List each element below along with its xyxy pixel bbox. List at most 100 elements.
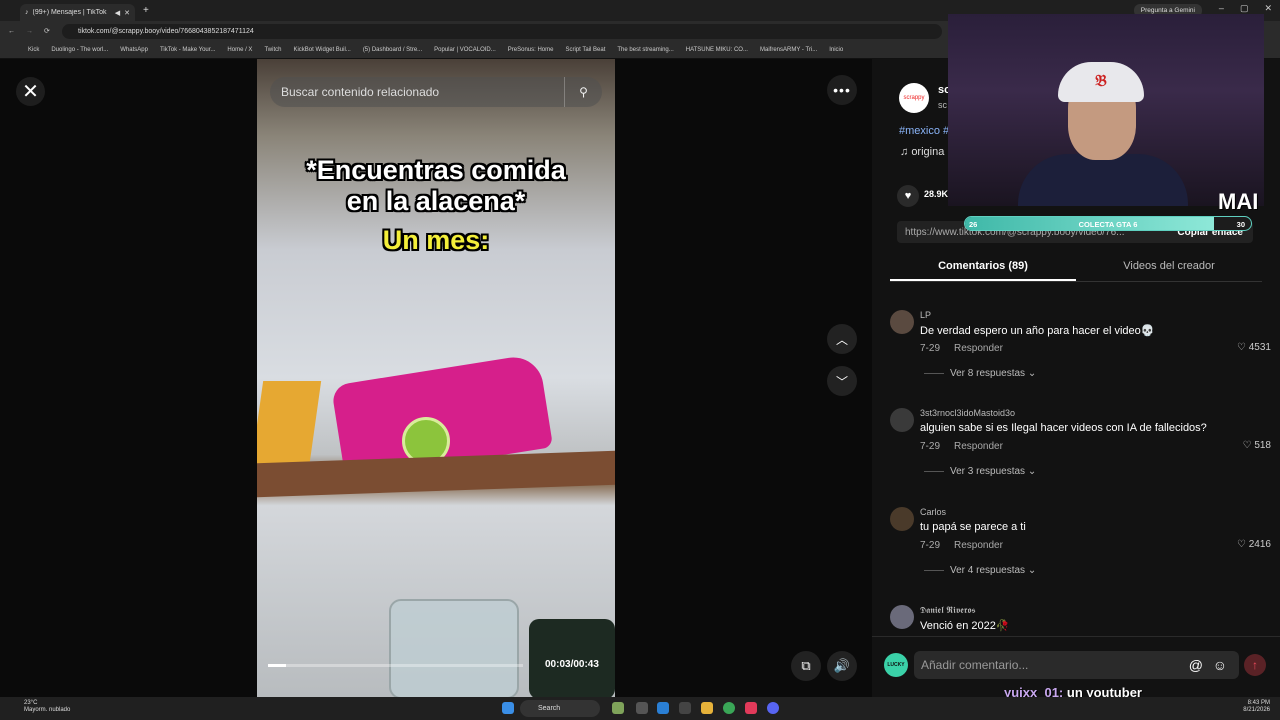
related-search-input[interactable]: Buscar contenido relacionado ⚲	[270, 77, 602, 107]
avatar[interactable]	[890, 408, 914, 432]
window-close-icon[interactable]: ✕	[1264, 3, 1272, 14]
tab-comments[interactable]: Comentarios (89)	[890, 255, 1076, 281]
settings-icon[interactable]	[679, 702, 691, 714]
video-progress-bar[interactable]	[268, 664, 523, 667]
bookmark-item[interactable]: Script Tail Beat	[565, 47, 605, 53]
bookmark-item[interactable]: Inicio	[829, 47, 843, 53]
view-replies[interactable]: Ver 8 respuestas ⌄	[924, 368, 1036, 379]
browser-tab[interactable]: ♪ (99+) Mensajes | TikTok ◀ ✕	[20, 4, 135, 21]
discord-icon[interactable]	[767, 702, 779, 714]
task-view-icon[interactable]	[636, 702, 648, 714]
bookmark-item[interactable]: MaifrensARMY - Tri...	[760, 47, 817, 53]
start-icon[interactable]	[502, 702, 514, 714]
reload-icon[interactable]: ⟳	[44, 27, 50, 35]
bookmark-item[interactable]: PreSonus: Home	[508, 47, 554, 53]
reply-button[interactable]: Responder	[954, 441, 1003, 452]
avatar: LUCKY	[884, 653, 908, 677]
creator-handle: sc	[938, 100, 947, 110]
more-options-button[interactable]: •••	[827, 75, 857, 105]
chevron-down-icon: ⌄	[1027, 565, 1037, 576]
url-field[interactable]: tiktok.com/@scrappy.booy/video/766804385…	[62, 23, 942, 39]
bookmark-item[interactable]: KickBot Widget Buil...	[293, 47, 350, 53]
bookmark-item[interactable]: Duolingo - The worl...	[51, 47, 108, 53]
previous-video-button[interactable]: ︿	[827, 324, 857, 354]
search-button[interactable]: ⚲	[564, 77, 602, 107]
maximize-icon[interactable]: ▢	[1240, 3, 1249, 14]
bookmark-item[interactable]: Twitch	[264, 47, 281, 53]
bookmark-item[interactable]: WhatsApp	[120, 47, 148, 53]
system-clock[interactable]: 8:43 PM 8/21/2026	[1243, 700, 1270, 714]
comment-user[interactable]: 3st3rnocl3idoMastoid3o	[920, 408, 1015, 418]
goal-bar: 26 COLECTA GTA 6 30	[964, 216, 1252, 231]
chevron-down-icon: ﹀	[835, 374, 848, 389]
chrome-icon[interactable]	[723, 702, 735, 714]
music-label: origina	[911, 146, 945, 158]
view-replies[interactable]: Ver 4 respuestas ⌄	[924, 565, 1036, 576]
chevron-up-icon: ︿	[835, 332, 848, 347]
avatar[interactable]	[890, 605, 914, 629]
view-replies[interactable]: Ver 3 respuestas ⌄	[924, 466, 1036, 477]
music-app-icon[interactable]	[745, 702, 757, 714]
bookmark-item[interactable]: (5) Dashboard / Stre...	[363, 47, 422, 53]
gemini-label: Pregunta a Gemini	[1140, 7, 1195, 14]
like-button[interactable]: ♥	[897, 185, 919, 207]
volume-button[interactable]: 🔊	[827, 651, 857, 681]
comment-like-count: 2416	[1248, 539, 1271, 550]
music-row[interactable]: ♫ origina	[900, 146, 944, 158]
related-search-placeholder: Buscar contenido relacionado	[281, 85, 440, 99]
taskbar-search-label: Search	[538, 705, 561, 712]
bookmark-item[interactable]: The best streaming...	[617, 47, 673, 53]
next-video-button[interactable]: ﹀	[827, 366, 857, 396]
tab-close-icon[interactable]: ✕	[124, 9, 130, 17]
bookmark-item[interactable]: Kick	[28, 47, 39, 53]
comment-date: 7-29	[920, 540, 941, 551]
taskbar-app-icon[interactable]	[612, 702, 624, 714]
reply-button[interactable]: Responder	[954, 343, 1003, 354]
mention-icon[interactable]: @	[1189, 657, 1203, 673]
comment-user[interactable]: 𝕯𝖆𝖓𝖎𝖊𝖑 𝕽𝖎𝖛𝖊𝖗𝖔𝖘	[920, 605, 976, 616]
weather-widget[interactable]: 23°C Mayorm. nublado	[24, 700, 70, 714]
creator-avatar[interactable]: scrappy	[899, 83, 929, 113]
bookmark-item[interactable]: TikTok - Make Your...	[160, 47, 215, 53]
comment-user[interactable]: LP	[920, 310, 931, 320]
comment-input[interactable]: Añadir comentario... @ ☺	[914, 651, 1239, 679]
close-video-button[interactable]: ✕	[16, 77, 45, 106]
avatar[interactable]	[890, 310, 914, 334]
back-icon[interactable]: ←	[8, 28, 15, 35]
video-hashtags[interactable]: #mexico #	[899, 125, 949, 137]
bookmark-item[interactable]: HATSUNE MIKU: CO...	[686, 47, 748, 53]
caption-line-2: en la alacena*	[346, 186, 526, 216]
comment-text: alguien sabe si es Ilegal hacer videos c…	[920, 422, 1207, 434]
bookmark-item[interactable]: Home / X	[227, 47, 252, 53]
window-controls: – ▢ ✕	[1219, 3, 1272, 14]
edge-icon[interactable]	[657, 702, 669, 714]
file-explorer-icon[interactable]	[701, 702, 713, 714]
avatar[interactable]	[890, 507, 914, 531]
tiktok-icon: ♪	[25, 9, 29, 16]
os-taskbar: 23°C Mayorm. nublado Search 8:43 PM 8/21/2…	[0, 697, 1280, 720]
chevron-down-icon: ⌄	[1027, 466, 1037, 477]
comment-date: 7-29	[920, 441, 941, 452]
view-replies-label: Ver 3 respuestas	[950, 466, 1026, 477]
new-tab-icon[interactable]: +	[143, 5, 149, 16]
tab-creator-videos[interactable]: Videos del creador	[1076, 255, 1262, 281]
arrow-up-icon: ↑	[1252, 658, 1258, 672]
forward-icon[interactable]: →	[26, 28, 33, 35]
emoji-icon[interactable]: ☺	[1213, 657, 1227, 673]
comment-like[interactable]: ♡ 4531	[1237, 342, 1271, 353]
comment-user[interactable]: Carlos	[920, 507, 946, 517]
goal-label: COLECTA GTA 6	[1078, 220, 1138, 229]
chevron-down-icon: ⌄	[1027, 368, 1037, 379]
comment-like[interactable]: ♡ 518	[1243, 440, 1271, 451]
post-comment-button[interactable]: ↑	[1244, 654, 1266, 676]
video-frame-shelf	[257, 450, 615, 498]
bookmark-item[interactable]: Popular | VOCALOID...	[434, 47, 496, 53]
video-caption: *Encuentras comida en la alacena*	[257, 155, 615, 217]
floating-player-button[interactable]: ⧉	[791, 651, 821, 681]
comment-like[interactable]: ♡ 2416	[1237, 539, 1271, 550]
volume-icon: 🔊	[833, 658, 851, 673]
video-frame-box	[257, 381, 322, 469]
reply-button[interactable]: Responder	[954, 540, 1003, 551]
minimize-icon[interactable]: –	[1219, 3, 1224, 14]
taskbar-search[interactable]: Search	[520, 700, 600, 717]
